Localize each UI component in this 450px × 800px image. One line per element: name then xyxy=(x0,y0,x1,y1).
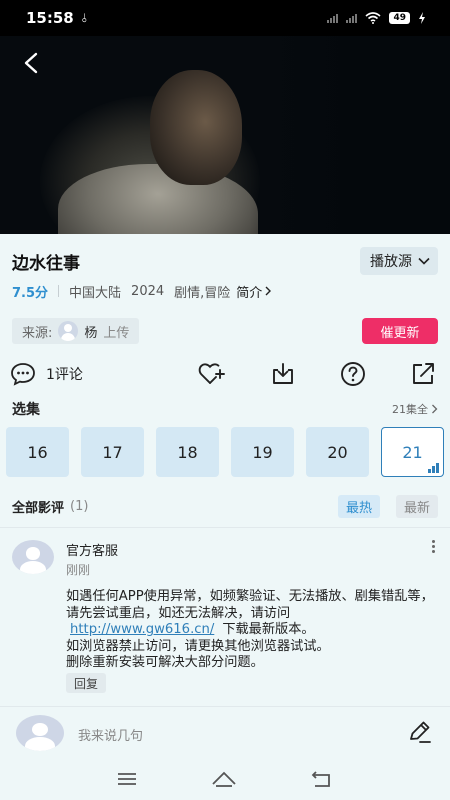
download-icon[interactable] xyxy=(270,362,296,386)
episode-number: 17 xyxy=(102,442,123,462)
status-time: 15:58 xyxy=(26,9,74,27)
reply-button[interactable]: 回复 xyxy=(66,673,107,693)
signal-icon-2 xyxy=(346,13,358,23)
comment-line: 如浏览器禁止访问，请更换其他浏览器试试。 xyxy=(66,638,330,654)
scene-shadow xyxy=(250,36,450,234)
show-year: 2024 xyxy=(131,283,165,299)
share-icon[interactable] xyxy=(410,362,436,386)
show-genres: 剧情,冒险 xyxy=(174,285,231,301)
comment-author: 官方客服 xyxy=(66,544,119,559)
comment-input-bar: 我来说几句 xyxy=(0,706,450,758)
source-selector-button[interactable]: 播放源 xyxy=(360,247,438,275)
comment-icon xyxy=(11,363,35,386)
episode-list: 16 17 18 19 20 21 xyxy=(6,427,444,477)
back-arrow-icon xyxy=(24,52,38,74)
uploader-name: 杨 xyxy=(84,325,98,341)
favorite-add-icon[interactable] xyxy=(198,362,226,386)
menu-icon[interactable] xyxy=(117,771,137,787)
show-title: 边水往事 xyxy=(12,253,80,274)
system-nav-bar xyxy=(0,758,450,800)
episodes-total: 21集全 xyxy=(392,403,428,416)
reviews-header: 全部影评 (1) 最热 最新 xyxy=(12,494,438,518)
uploader-tag: 来源: 杨 上传 xyxy=(12,318,140,344)
reviews-count: (1) xyxy=(70,498,89,514)
comment-line: 下载最新版本。 xyxy=(222,622,315,637)
uploader-prefix: 来源: xyxy=(22,325,53,341)
episode-number: 16 xyxy=(27,442,48,462)
all-episodes-link[interactable]: 21集全 xyxy=(392,401,438,417)
reviews-sort: 最热 最新 xyxy=(337,494,438,518)
action-bar: 1评论 xyxy=(10,360,440,388)
comment-count: 1评论 xyxy=(46,367,83,383)
title-row: 边水往事 播放源 xyxy=(12,246,438,276)
comment-body: 如遇任何APP使用异常，如频繁验证、无法播放、剧集错乱等，请先尝试重启，如还无法… xyxy=(66,589,442,672)
video-player[interactable] xyxy=(0,36,450,234)
uploader-avatar xyxy=(58,321,79,341)
wifi-icon xyxy=(365,12,381,24)
episode-button[interactable]: 18 xyxy=(156,427,219,477)
episode-button[interactable]: 17 xyxy=(81,427,144,477)
more-options-icon[interactable] xyxy=(428,540,438,553)
episode-number: 19 xyxy=(252,442,273,462)
chevron-down-icon xyxy=(418,257,430,265)
episode-button-current[interactable]: 21 xyxy=(381,427,444,477)
comment-input[interactable]: 我来说几句 xyxy=(78,725,143,744)
signal-icon xyxy=(327,13,339,23)
comment-time: 刚刚 xyxy=(66,563,91,577)
episode-button[interactable]: 20 xyxy=(306,427,369,477)
usb-icon: ⫰ xyxy=(81,10,87,25)
meta-divider xyxy=(58,285,60,297)
comment-link[interactable]: http://www.gw616.cn/ xyxy=(70,622,214,637)
charging-icon xyxy=(419,12,425,24)
show-score: 7.5分 xyxy=(12,285,49,301)
user-avatar xyxy=(16,715,64,751)
comment-line: 删除重新安装可解决大部分问题。 xyxy=(66,655,264,670)
source-selector-label: 播放源 xyxy=(370,254,412,270)
comment-avatar[interactable] xyxy=(12,540,54,574)
scene-figure-head xyxy=(150,70,242,185)
episodes-header: 选集 21集全 xyxy=(12,400,438,418)
sort-hot-tab[interactable]: 最热 xyxy=(337,494,380,518)
battery-icon: 49 xyxy=(389,12,410,24)
show-meta: 7.5分 中国大陆 2024 剧情,冒险 简介 xyxy=(12,282,272,301)
sort-new-tab[interactable]: 最新 xyxy=(395,494,438,518)
status-bar: 15:58 ⫰ 49 xyxy=(0,0,450,36)
uploader-action: 上传 xyxy=(103,325,130,341)
comment-link-line: http://www.gw616.cn/下载最新版本。 xyxy=(66,622,442,639)
episode-number: 18 xyxy=(177,442,198,462)
playing-indicator-icon xyxy=(428,463,439,473)
episode-button[interactable]: 16 xyxy=(6,427,69,477)
help-icon[interactable] xyxy=(340,361,366,387)
comment-line: 如遇任何APP使用异常，如频繁验证、无法播放、剧集错乱等，请先尝试重启，如还无法… xyxy=(66,589,434,621)
back-nav-icon[interactable] xyxy=(311,770,333,788)
reviews-label: 全部影评 xyxy=(12,500,65,516)
episode-number: 20 xyxy=(327,442,348,462)
divider xyxy=(0,527,450,528)
chevron-right-icon xyxy=(265,286,272,296)
home-icon[interactable] xyxy=(211,770,237,788)
show-region: 中国大陆 xyxy=(69,285,122,301)
pen-icon[interactable] xyxy=(406,719,432,745)
intro-label: 简介 xyxy=(236,285,263,301)
episodes-label: 选集 xyxy=(12,402,40,418)
episode-button[interactable]: 19 xyxy=(231,427,294,477)
urge-update-button[interactable]: 催更新 xyxy=(362,318,438,344)
back-button[interactable] xyxy=(16,48,46,78)
episode-number: 21 xyxy=(402,442,423,462)
chevron-right-icon xyxy=(432,404,438,414)
intro-link[interactable]: 简介 xyxy=(236,282,272,301)
comment-button[interactable]: 1评论 xyxy=(10,362,83,386)
